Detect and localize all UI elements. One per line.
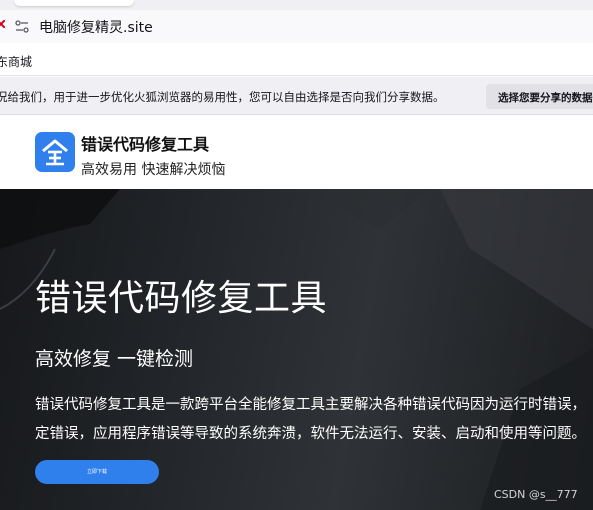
active-tab[interactable] [14,0,134,6]
choose-data-button[interactable]: 选择您要分享的数据 [486,84,593,109]
site-permissions-icon[interactable] [15,20,29,33]
hero-banner: 错误代码修复工具 高效修复 一键检测 错误代码修复工具是一款跨平台全能修复工具主… [0,189,593,510]
data-sharing-notification: 况给我们，用于进一步优化火狐浏览器的易用性，您可以自由选择是否向我们分享数据。 … [0,77,593,115]
blue-square-logo-icon[interactable] [35,132,75,172]
site-name[interactable]: 错误代码修复工具 [81,131,209,155]
csdn-watermark: CSDN @s__777 [494,488,578,501]
hero-subtitle: 高效修复 一键检测 [35,348,194,370]
hero-title: 错误代码修复工具 [35,278,328,319]
hero-description-line: 定错误，应用程序错误等导致的系统奔溃，软件无法运行、安装、启动和使用等问题。 [35,426,586,442]
hero-description-line: 错误代码修复工具是一款跨平台全能修复工具主要解决各种错误代码因为运行时错误， [35,397,586,413]
site-header: 错误代码修复工具 高效易用 快速解决烦恼 [0,116,593,189]
site-slogan: 高效易用 快速解决烦恼 [81,162,226,178]
bookmark-item[interactable]: 东商城 [0,53,32,70]
url-bar[interactable]: 电脑修复精灵.site [0,10,593,43]
download-button[interactable]: 立即下载 [35,460,159,484]
close-tab-icon[interactable] [0,20,5,28]
url-text[interactable]: 电脑修复精灵.site [39,17,153,37]
notification-message: 况给我们，用于进一步优化火狐浏览器的易用性，您可以自由选择是否向我们分享数据。 [0,90,445,104]
bookmarks-toolbar: 东商城 [0,43,593,76]
tab-strip [0,0,593,10]
